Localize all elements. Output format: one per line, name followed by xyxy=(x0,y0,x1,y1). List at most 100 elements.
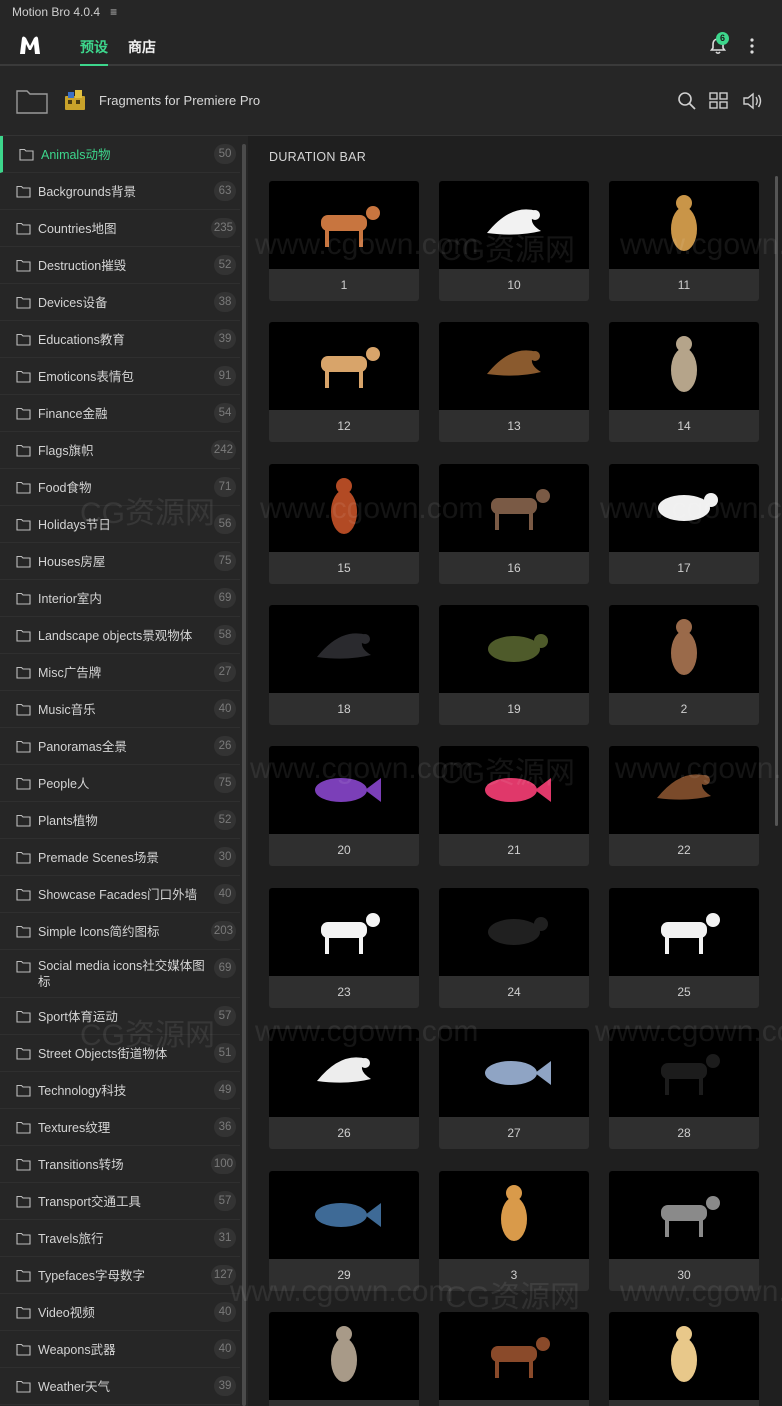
sidebar-category-item[interactable]: Backgrounds背景 63 xyxy=(0,173,240,210)
sidebar-category-item[interactable]: Devices设备 38 xyxy=(0,284,240,321)
preset-label: 1 xyxy=(340,278,348,292)
preset-card[interactable]: 17 xyxy=(609,464,759,584)
tab-presets[interactable]: 预设 xyxy=(80,37,108,66)
preset-card[interactable]: 1 xyxy=(269,181,419,301)
preset-card[interactable]: 21 xyxy=(439,746,589,866)
sidebar-category-item[interactable]: Showcase Facades门口外墙 40 xyxy=(0,876,240,913)
content-scrollbar[interactable] xyxy=(775,176,778,826)
preset-card[interactable]: 13 xyxy=(439,322,589,442)
preset-card[interactable]: 25 xyxy=(609,888,759,1008)
seagull-icon xyxy=(317,1057,371,1083)
sidebar-category-item[interactable]: Video视频 40 xyxy=(0,1294,240,1331)
preset-card[interactable]: 24 xyxy=(439,888,589,1008)
sidebar-category-item[interactable]: Weather天气 39 xyxy=(0,1368,240,1405)
section-title: DURATION BAR xyxy=(269,150,367,164)
category-count-badge: 63 xyxy=(214,181,236,201)
sidebar-category-item[interactable]: Panoramas全景 26 xyxy=(0,728,240,765)
category-label: Flags旗帜 xyxy=(38,444,94,458)
preset-card[interactable]: 15 xyxy=(269,464,419,584)
sidebar-category-item[interactable]: Destruction摧毁 52 xyxy=(0,247,240,284)
preset-thumbnail xyxy=(609,888,759,976)
folder-icon xyxy=(16,1306,31,1319)
sidebar-category-item[interactable]: Landscape objects景观物体 58 xyxy=(0,617,240,654)
dinosaur-icon xyxy=(491,489,550,530)
preset-card[interactable]: 10 xyxy=(439,181,589,301)
preset-thumbnail xyxy=(439,181,589,269)
dog-icon xyxy=(671,1326,697,1382)
sidebar-category-item[interactable]: Street Objects街道物体 51 xyxy=(0,1035,240,1072)
preset-thumbnail xyxy=(269,1312,419,1400)
sidebar-category-item[interactable]: Houses房屋 75 xyxy=(0,543,240,580)
sidebar-category-item[interactable]: Flags旗帜 242 xyxy=(0,432,240,469)
sidebar-category-item[interactable]: Social media icons社交媒体图标 69 xyxy=(0,950,240,998)
preset-card[interactable]: 22 xyxy=(609,746,759,866)
preset-thumbnail xyxy=(609,1312,759,1400)
sidebar-category-item[interactable]: Interior室内 69 xyxy=(0,580,240,617)
preset-card[interactable]: 20 xyxy=(269,746,419,866)
preset-card[interactable]: 2 xyxy=(609,605,759,725)
category-label: Misc广告牌 xyxy=(38,666,102,680)
preset-card[interactable]: 26 xyxy=(269,1029,419,1149)
folder-icon xyxy=(16,703,31,716)
category-count-badge: 242 xyxy=(210,440,236,460)
sidebar-category-item[interactable]: Educations教育 39 xyxy=(0,321,240,358)
sidebar-category-item[interactable]: Music音乐 40 xyxy=(0,691,240,728)
preset-thumbnail xyxy=(439,1029,589,1117)
preset-label: 28 xyxy=(677,1126,691,1140)
preset-card[interactable] xyxy=(269,1312,419,1406)
sidebar-category-item[interactable]: Simple Icons简约图标 203 xyxy=(0,913,240,950)
sidebar-category-item[interactable]: Weapons武器 40 xyxy=(0,1331,240,1368)
sidebar-category-item[interactable]: Travels旅行 31 xyxy=(0,1220,240,1257)
sidebar-category-item[interactable]: Sport体育运动 57 xyxy=(0,998,240,1035)
preset-card[interactable]: 27 xyxy=(439,1029,589,1149)
preset-card[interactable]: 18 xyxy=(269,605,419,725)
preset-grid-panel: DURATION BAR 1 10 11 12 13 14 15 16 17 18 19 2 20 21 2… xyxy=(248,136,782,1406)
preset-card[interactable]: 12 xyxy=(269,322,419,442)
preset-card[interactable]: 3 xyxy=(439,1171,589,1291)
preset-label: 12 xyxy=(337,419,351,433)
preset-label: 11 xyxy=(677,278,691,292)
sidebar-category-item[interactable]: Emoticons表情包 91 xyxy=(0,358,240,395)
category-count-badge: 38 xyxy=(214,292,236,312)
sidebar-category-item[interactable]: Transport交通工具 57 xyxy=(0,1183,240,1220)
more-options-icon[interactable] xyxy=(744,36,760,56)
preset-thumbnail xyxy=(609,322,759,410)
sidebar-category-item[interactable]: Finance金融 54 xyxy=(0,395,240,432)
category-label: Finance金融 xyxy=(38,407,108,421)
sidebar-category-item[interactable]: Typefaces字母数字 127 xyxy=(0,1257,240,1294)
sidebar-category-item[interactable]: Transitions转场 100 xyxy=(0,1146,240,1183)
preset-card[interactable]: 19 xyxy=(439,605,589,725)
volume-icon[interactable] xyxy=(742,90,764,112)
category-label: Holidays节日 xyxy=(38,518,111,532)
sidebar-category-item[interactable]: Countries地图 235 xyxy=(0,210,240,247)
preset-card[interactable]: 14 xyxy=(609,322,759,442)
preset-card[interactable] xyxy=(609,1312,759,1406)
category-count-badge: 52 xyxy=(214,810,236,830)
preset-card[interactable]: 28 xyxy=(609,1029,759,1149)
menu-icon[interactable]: ≡ xyxy=(110,5,117,19)
sidebar-category-item[interactable]: Textures纹理 36 xyxy=(0,1109,240,1146)
sidebar-category-item[interactable]: Food食物 71 xyxy=(0,469,240,506)
sidebar-category-item[interactable]: Misc广告牌 27 xyxy=(0,654,240,691)
sidebar-scrollbar[interactable] xyxy=(242,144,246,1406)
sidebar-category-item[interactable]: Animals动物 50 xyxy=(0,136,240,173)
sidebar-category-item[interactable]: Technology科技 49 xyxy=(0,1072,240,1109)
sidebar-category-item[interactable]: People人 75 xyxy=(0,765,240,802)
sidebar-category-item[interactable]: Premade Scenes场景 30 xyxy=(0,839,240,876)
preset-card[interactable]: 29 xyxy=(269,1171,419,1291)
zebra-icon xyxy=(321,913,380,954)
pack-thumbnail-icon xyxy=(65,90,85,110)
search-icon[interactable] xyxy=(676,90,698,112)
folder-icon xyxy=(16,444,31,457)
preset-card[interactable] xyxy=(439,1312,589,1406)
preset-card[interactable]: 23 xyxy=(269,888,419,1008)
preset-card[interactable]: 16 xyxy=(439,464,589,584)
sidebar-category-item[interactable]: Holidays节日 56 xyxy=(0,506,240,543)
folder-icon[interactable] xyxy=(16,88,48,114)
preset-card[interactable]: 11 xyxy=(609,181,759,301)
tab-store[interactable]: 商店 xyxy=(128,37,156,66)
preset-card[interactable]: 30 xyxy=(609,1171,759,1291)
grid-view-icon[interactable] xyxy=(708,90,730,112)
sidebar-category-item[interactable]: Plants植物 52 xyxy=(0,802,240,839)
category-label: Landscape objects景观物体 xyxy=(38,629,193,643)
